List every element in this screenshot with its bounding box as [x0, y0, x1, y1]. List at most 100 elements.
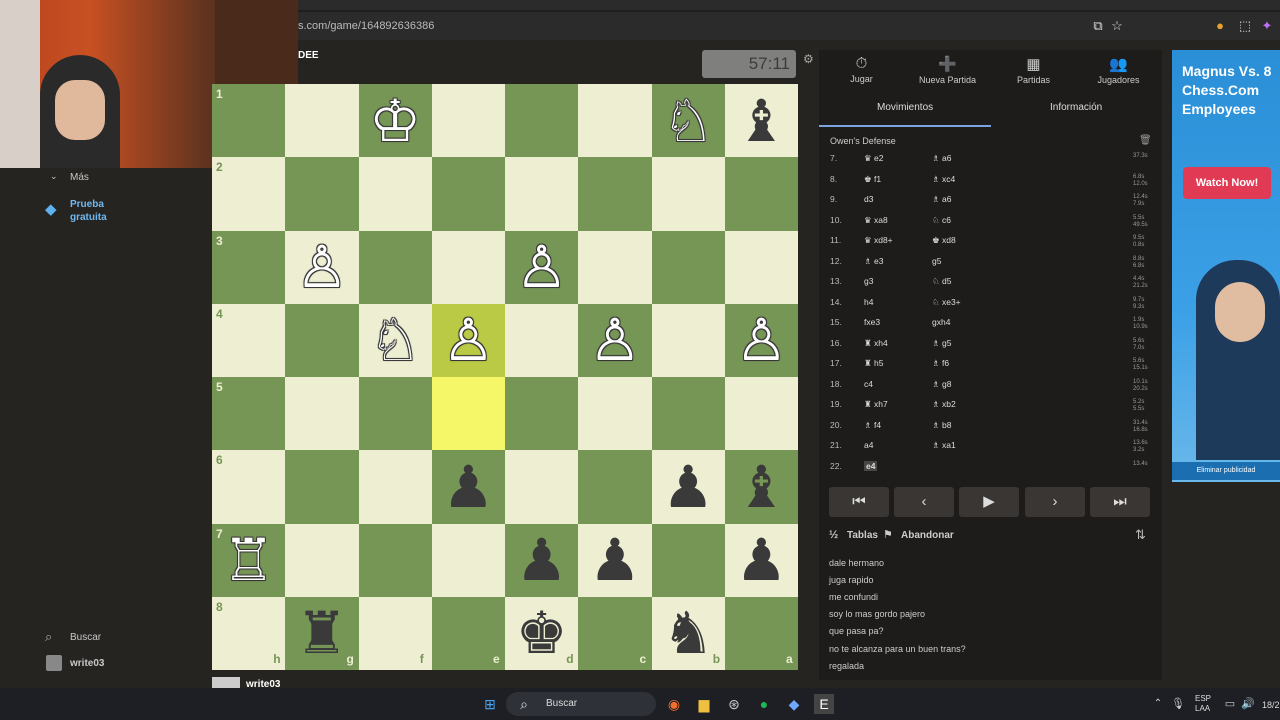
- volume-icon[interactable]: 🔊: [1238, 694, 1258, 714]
- white-move[interactable]: e4: [864, 460, 878, 471]
- black-move[interactable]: ♘ c6: [932, 215, 951, 226]
- opening-name[interactable]: Owen's Defense: [830, 136, 896, 146]
- flip-board-icon[interactable]: ⇅: [1135, 527, 1146, 543]
- board-square-b5[interactable]: [651, 377, 725, 451]
- white-knight-piece[interactable]: ♘: [652, 84, 725, 157]
- board-square-b7[interactable]: [651, 523, 725, 597]
- tab-movimientos[interactable]: Movimientos: [877, 102, 933, 113]
- board-square-g4[interactable]: [285, 303, 359, 377]
- board-square-f7[interactable]: [358, 523, 432, 597]
- move-row[interactable]: 9. d3 ♗ a6 12.4s 7.9s: [820, 194, 1148, 215]
- black-pawn-piece[interactable]: ♟: [725, 524, 798, 597]
- black-move[interactable]: gxh4: [932, 317, 950, 327]
- black-move[interactable]: ♚ xd8: [932, 235, 956, 246]
- black-pawn-piece[interactable]: ♟: [505, 524, 578, 597]
- white-move[interactable]: c4: [864, 379, 873, 389]
- white-rook-piece[interactable]: ♖: [212, 524, 285, 597]
- white-knight-piece[interactable]: ♘: [359, 304, 432, 377]
- move-row[interactable]: 17. ♜ h5 ♗ f6 5.6s 15.1s: [820, 358, 1148, 379]
- white-move[interactable]: g3: [864, 276, 873, 286]
- black-move[interactable]: g5: [932, 256, 941, 266]
- white-move[interactable]: ♜ h5: [864, 358, 883, 369]
- move-row[interactable]: 12. ♗ e3 g5 8.8s 6.8s: [820, 256, 1144, 277]
- play-button[interactable]: ▶: [959, 487, 1019, 517]
- nav-jugar[interactable]: ⏱ Jugar: [819, 55, 904, 84]
- microphone-icon[interactable]: 🎙: [1168, 694, 1188, 714]
- move-row[interactable]: 7. ♛ e2 ♗ a6 37.3s: [820, 153, 1148, 174]
- first-move-button[interactable]: ⏮: [829, 487, 889, 517]
- move-row[interactable]: 15. fxe3 gxh4 1.9s 10.9s: [820, 317, 1148, 338]
- board-square-b2[interactable]: [651, 157, 725, 231]
- network-icon[interactable]: ▭: [1220, 694, 1240, 714]
- ad-watch-button[interactable]: Watch Now!: [1183, 167, 1271, 199]
- move-row[interactable]: 22. e4 13.4s: [820, 460, 1148, 482]
- black-move[interactable]: ♗ g8: [932, 379, 951, 390]
- extension-icon[interactable]: ●: [1212, 18, 1228, 34]
- sidebar-item-mas[interactable]: Más: [70, 172, 89, 183]
- draw-button[interactable]: Tablas: [847, 530, 878, 541]
- gear-icon[interactable]: ⚙: [803, 52, 814, 66]
- white-move[interactable]: a4: [864, 440, 873, 450]
- avatar[interactable]: [46, 655, 62, 671]
- black-king-piece[interactable]: ♚: [505, 597, 578, 670]
- white-move[interactable]: ♛ e2: [864, 153, 883, 164]
- address-bar[interactable]: [298, 12, 1280, 40]
- folder-icon[interactable]: ▆: [694, 694, 714, 714]
- epic-games-icon[interactable]: E: [814, 694, 834, 714]
- white-move[interactable]: ♜ xh4: [864, 338, 888, 349]
- move-row[interactable]: 11. ♛ xd8+ ♚ xd8 9.5s 0.8s: [820, 235, 1144, 256]
- firefox-icon[interactable]: ◉: [664, 694, 684, 714]
- top-player-name[interactable]: DEE: [298, 50, 319, 66]
- tab-informacion[interactable]: Información: [1050, 102, 1102, 113]
- profile-icon[interactable]: ✦: [1259, 18, 1275, 34]
- board-square-e7[interactable]: [431, 523, 505, 597]
- board-square-d1[interactable]: [505, 84, 579, 158]
- black-bishop-piece[interactable]: ♝: [725, 84, 798, 157]
- sidebar-username[interactable]: write03: [70, 658, 104, 669]
- sidebar-search[interactable]: Buscar: [70, 632, 101, 643]
- board-square-g5[interactable]: [285, 377, 359, 451]
- white-move[interactable]: fxe3: [864, 317, 880, 327]
- black-move[interactable]: ♗ xc4: [932, 174, 955, 185]
- sidebar-item-trial[interactable]: Prueba gratuita: [70, 198, 130, 224]
- board-square-e2[interactable]: [431, 157, 505, 231]
- board-square-d4[interactable]: [505, 303, 579, 377]
- board-square-g7[interactable]: [285, 523, 359, 597]
- board-square-a5[interactable]: [724, 377, 798, 451]
- board-square-g6[interactable]: [285, 450, 359, 524]
- white-move[interactable]: ♗ e3: [864, 256, 883, 267]
- board-square-c1[interactable]: [578, 84, 652, 158]
- black-knight-piece[interactable]: ♞: [652, 597, 725, 670]
- board-square-c2[interactable]: [578, 157, 652, 231]
- move-row[interactable]: 10. ♛ xa8 ♘ c6 5.5s 49.5s: [820, 215, 1148, 236]
- board-square-f6[interactable]: [358, 450, 432, 524]
- white-pawn-piece[interactable]: ♙: [285, 231, 358, 304]
- black-move[interactable]: ♗ xb2: [932, 399, 956, 410]
- board-square-g1[interactable]: [285, 84, 359, 158]
- board-square-b4[interactable]: [651, 303, 725, 377]
- white-move[interactable]: ♛ xa8: [864, 215, 888, 226]
- black-move[interactable]: ♗ a6: [932, 194, 951, 205]
- board-square-c5[interactable]: [578, 377, 652, 451]
- white-move[interactable]: h4: [864, 297, 873, 307]
- black-move[interactable]: ♘ d5: [932, 276, 951, 287]
- steam-icon[interactable]: ⊛: [724, 694, 744, 714]
- board-square-g2[interactable]: [285, 157, 359, 231]
- move-row[interactable]: 8. ♚ f1 ♗ xc4 6.8s 12.0s: [820, 174, 1148, 195]
- board-square-b3[interactable]: [651, 230, 725, 304]
- board-square-d2[interactable]: [505, 157, 579, 231]
- black-move[interactable]: ♗ xa1: [932, 440, 956, 451]
- prev-move-button[interactable]: ‹: [894, 487, 954, 517]
- resign-button[interactable]: Abandonar: [901, 530, 954, 541]
- white-move[interactable]: ♛ xd8+: [864, 235, 893, 246]
- move-row[interactable]: 18. c4 ♗ g8 10.1s 20.2s: [820, 379, 1148, 400]
- white-king-piece[interactable]: ♔: [359, 84, 432, 157]
- spotify-icon[interactable]: ●: [754, 694, 774, 714]
- white-move[interactable]: d3: [864, 194, 873, 204]
- black-pawn-piece[interactable]: ♟: [578, 524, 651, 597]
- white-move[interactable]: ♜ xh7: [864, 399, 888, 410]
- move-row[interactable]: 21. a4 ♗ xa1 13.6s 3.2s: [820, 440, 1148, 461]
- board-square-c6[interactable]: [578, 450, 652, 524]
- remove-ad-link[interactable]: Eliminar publicidad: [1172, 462, 1280, 480]
- app-icon[interactable]: ◆: [784, 694, 804, 714]
